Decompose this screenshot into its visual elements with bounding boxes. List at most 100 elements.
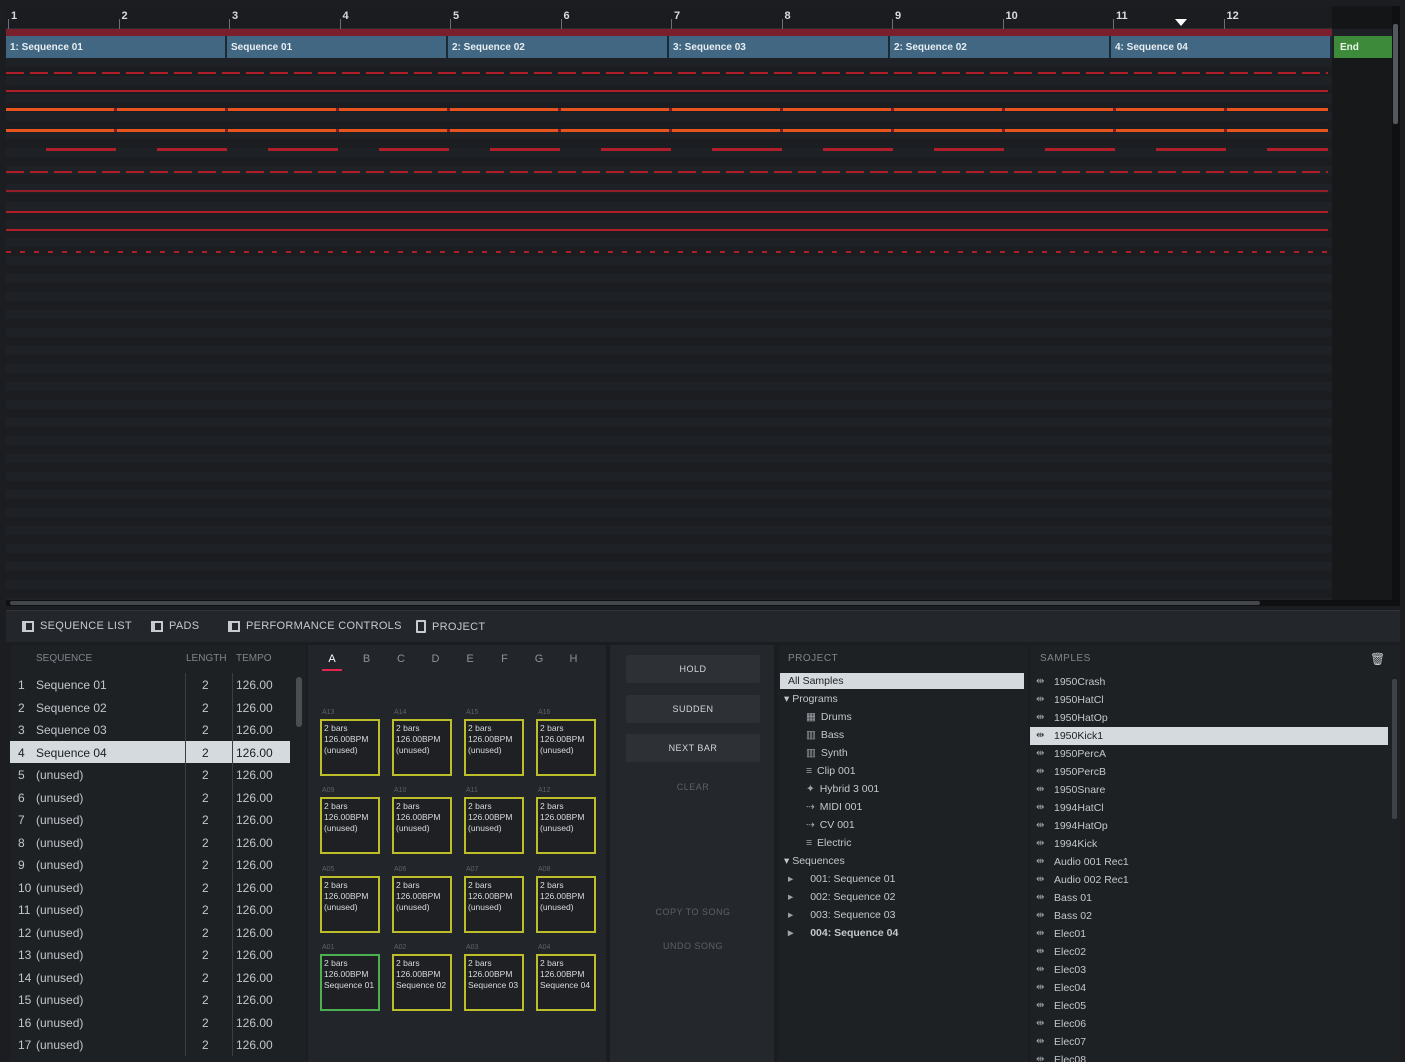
playhead-marker-icon[interactable] [1175, 19, 1187, 26]
note-lane[interactable] [6, 148, 1328, 151]
project-tree-item[interactable]: ≡ Clip 001 [806, 765, 856, 777]
sequence-row[interactable]: 2 Sequence 02 2 126.00 [10, 695, 290, 718]
end-marker[interactable]: End [1334, 36, 1394, 58]
sample-item[interactable]: ⇹ Elec08 [1030, 1051, 1388, 1062]
sample-item[interactable]: ⇹ 1994Kick [1030, 835, 1388, 853]
sample-item[interactable]: ⇹ Elec05 [1030, 997, 1388, 1015]
project-tree-item[interactable]: ▦ Drums [806, 711, 852, 723]
sample-item[interactable]: ⇹ Audio 001 Rec1 [1030, 853, 1388, 871]
sample-item[interactable]: ⇹ Elec03 [1030, 961, 1388, 979]
sequence-row[interactable]: 3 Sequence 03 2 126.00 [10, 718, 290, 741]
sequence-row[interactable]: 14 (unused) 2 126.00 [10, 965, 290, 988]
sequence-pad[interactable]: 2 bars 126.00BPM (unused) [464, 876, 524, 933]
column-header-length[interactable]: LENGTH [186, 653, 227, 664]
sequence-row[interactable]: 9 (unused) 2 126.00 [10, 853, 290, 876]
horizontal-scroll-thumb[interactable] [10, 601, 1260, 605]
sample-item[interactable]: ⇹ Bass 01 [1030, 889, 1388, 907]
project-tree-item[interactable]: ▾ Programs [784, 693, 838, 705]
sequence-pad[interactable]: 2 bars 126.00BPM (unused) [464, 719, 524, 776]
sequence-row[interactable]: 10 (unused) 2 126.00 [10, 875, 290, 898]
sequence-row[interactable]: 15 (unused) 2 126.00 [10, 988, 290, 1011]
sample-item[interactable]: ⇹ Elec01 [1030, 925, 1388, 943]
column-header-sequence[interactable]: SEQUENCE [36, 653, 92, 664]
pad-bank-e[interactable]: E [460, 653, 480, 665]
note-lane[interactable] [6, 90, 1328, 92]
sample-item[interactable]: ⇹ Elec07 [1030, 1033, 1388, 1051]
sequence-block[interactable]: 2: Sequence 02 [890, 36, 1111, 58]
sample-item[interactable]: ⇹ Elec06 [1030, 1015, 1388, 1033]
hold-button[interactable]: HOLD [626, 655, 760, 683]
project-tree-item[interactable]: ▸ 004: Sequence 04 [788, 927, 898, 939]
note-lane[interactable] [6, 171, 1328, 173]
note-lane[interactable] [6, 108, 1328, 111]
horizontal-scrollbar[interactable] [6, 600, 1400, 606]
sudden-button[interactable]: SUDDEN [626, 695, 760, 723]
project-tree-item[interactable]: ⇢ MIDI 001 [806, 801, 862, 813]
tab-performance-controls[interactable]: PERFORMANCE CONTROLS [228, 620, 402, 632]
sequence-list-scrollbar[interactable] [296, 677, 302, 727]
clear-button[interactable]: CLEAR [626, 773, 760, 801]
note-lanes[interactable] [6, 58, 1332, 600]
timeline-ruler[interactable]: 1 2 3 4 5 6 7 8 9 10 11 12 [6, 6, 1332, 29]
vertical-scrollbar[interactable] [1392, 6, 1400, 600]
sequence-row[interactable]: 5 (unused) 2 126.00 [10, 763, 290, 786]
sample-item[interactable]: ⇹ 1994HatOp [1030, 817, 1388, 835]
sequence-pad[interactable]: 2 bars 126.00BPM (unused) [536, 797, 596, 854]
project-tree-item[interactable]: ▥ Bass [806, 729, 844, 741]
sequence-pad[interactable]: 2 bars 126.00BPM (unused) [464, 797, 524, 854]
sequence-pad[interactable]: 2 bars 126.00BPM (unused) [536, 876, 596, 933]
sample-item[interactable]: ⇹ 1950HatCl [1030, 691, 1388, 709]
sequence-row[interactable]: 17 (unused) 2 126.00 [10, 1033, 290, 1056]
sample-item[interactable]: ⇹ 1950HatOp [1030, 709, 1388, 727]
undo-song-button[interactable]: UNDO SONG [626, 932, 760, 960]
sequence-block[interactable]: 4: Sequence 04 [1111, 36, 1332, 58]
sequence-row[interactable]: 8 (unused) 2 126.00 [10, 830, 290, 853]
sequence-block[interactable]: 1: Sequence 01 [6, 36, 227, 58]
vertical-scroll-thumb[interactable] [1393, 24, 1398, 124]
trash-icon[interactable]: 🗑 [1370, 652, 1385, 666]
sample-item[interactable]: ⇹ Audio 002 Rec1 [1030, 871, 1388, 889]
sequence-pad[interactable]: 2 bars 126.00BPM Sequence 01 [320, 954, 380, 1011]
note-lane[interactable] [6, 229, 1328, 231]
project-tree-item[interactable]: ▸ 001: Sequence 01 [788, 873, 895, 885]
note-lane[interactable] [6, 72, 1328, 74]
sequence-pad[interactable]: 2 bars 126.00BPM Sequence 02 [392, 954, 452, 1011]
note-lane[interactable] [6, 211, 1328, 213]
sequence-row[interactable]: 4 Sequence 04 2 126.00 [10, 740, 290, 763]
sample-item[interactable]: ⇹ 1950PercA [1030, 745, 1388, 763]
pad-bank-f[interactable]: F [495, 653, 515, 665]
sample-item[interactable]: ⇹ 1950Crash [1030, 673, 1388, 691]
sequence-pad[interactable]: 2 bars 126.00BPM (unused) [320, 719, 380, 776]
pad-bank-h[interactable]: H [564, 653, 584, 665]
tab-sequence-list[interactable]: SEQUENCE LIST [22, 620, 132, 632]
song-arranger[interactable]: 1 2 3 4 5 6 7 8 9 10 11 12 1: Sequence 01 Sequence 0… [6, 6, 1400, 606]
sample-item[interactable]: ⇹ Elec02 [1030, 943, 1388, 961]
sequence-row[interactable]: 1 Sequence 01 2 126.00 [10, 673, 290, 696]
sequence-block[interactable]: Sequence 01 [227, 36, 448, 58]
project-tree-item[interactable]: ▾ Sequences [784, 855, 845, 867]
sequence-block[interactable]: 2: Sequence 02 [448, 36, 669, 58]
sequence-pad[interactable]: 2 bars 126.00BPM (unused) [320, 876, 380, 933]
note-lane[interactable] [6, 251, 1328, 253]
sample-item[interactable]: ⇹ Elec04 [1030, 979, 1388, 997]
sequence-pad[interactable]: 2 bars 126.00BPM (unused) [392, 797, 452, 854]
sequence-pad[interactable]: 2 bars 126.00BPM (unused) [536, 719, 596, 776]
sequence-row[interactable]: 13 (unused) 2 126.00 [10, 943, 290, 966]
pad-bank-g[interactable]: G [529, 653, 549, 665]
sequence-row[interactable]: 7 (unused) 2 126.00 [10, 808, 290, 831]
sequence-block[interactable]: 3: Sequence 03 [669, 36, 890, 58]
sequence-pad[interactable]: 2 bars 126.00BPM (unused) [392, 719, 452, 776]
column-header-tempo[interactable]: TEMPO [236, 653, 272, 664]
sequence-pad[interactable]: 2 bars 126.00BPM (unused) [320, 797, 380, 854]
sample-item[interactable]: ⇹ 1950PercB [1030, 763, 1388, 781]
pad-bank-a[interactable]: A [322, 653, 342, 671]
note-lane[interactable] [6, 190, 1328, 192]
sequence-pad[interactable]: 2 bars 126.00BPM (unused) [392, 876, 452, 933]
sequence-row[interactable]: 12 (unused) 2 126.00 [10, 920, 290, 943]
samples-scrollbar[interactable] [1392, 679, 1397, 819]
pad-bank-d[interactable]: D [426, 653, 446, 665]
project-tree-item[interactable]: ✦ Hybrid 3 001 [806, 783, 879, 795]
sequence-pad[interactable]: 2 bars 126.00BPM Sequence 03 [464, 954, 524, 1011]
pad-bank-c[interactable]: C [391, 653, 411, 665]
sequence-row[interactable]: 16 (unused) 2 126.00 [10, 1010, 290, 1033]
